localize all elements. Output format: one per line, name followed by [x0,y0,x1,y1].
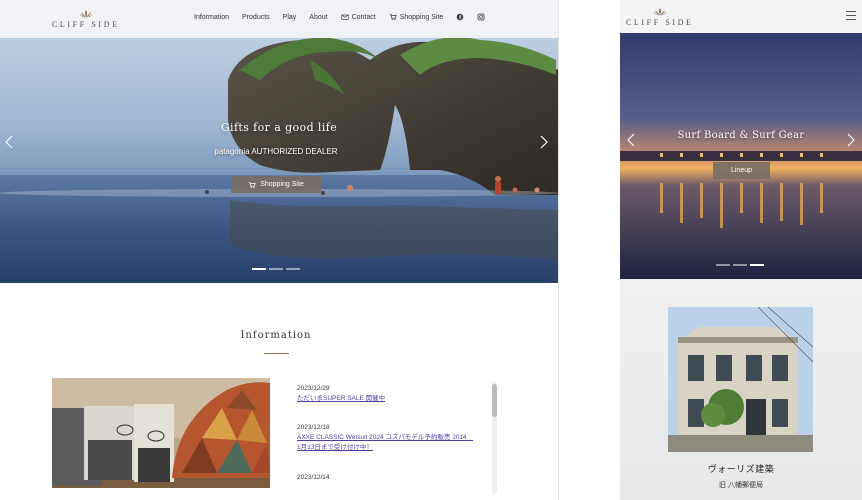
site-logo[interactable]: CLIFF SIDE [626,7,694,27]
list-item: 2023/12/14 [297,473,487,483]
logo-text: CLIFF SIDE [626,18,694,27]
nav-label: Contact [351,13,376,21]
slider-dot-1[interactable] [252,268,266,270]
page: Gifts for a good life patagonia AUTHORIZ… [0,0,862,500]
instagram-icon [477,13,485,21]
news-date: 2023/12/14 [297,474,330,481]
slider-next-arrow-icon[interactable] [539,135,549,149]
slider-dot-2[interactable] [269,268,283,270]
slider-dots [716,264,764,266]
nav-label: Products [242,13,270,21]
site-logo[interactable]: CLIFF SIDE [52,9,120,29]
list-item: 2023/12/29 ただいまSUPER SALE 開催中 [297,384,487,404]
nav-label: About [309,13,328,21]
feature-subtitle: 旧 八幡郵便局 [719,482,763,489]
lotus-logo-icon [652,8,667,16]
slider-dot-3[interactable] [286,268,300,270]
nav-item-facebook[interactable] [456,13,464,21]
heading-underline [264,353,289,354]
lotus-logo-icon [78,10,93,18]
logo-text: CLIFF SIDE [52,20,120,29]
slider-next-arrow-icon[interactable] [846,133,856,147]
list-item: 2023/12/18 AXXE CLASSIC Wetsuit 2024 コスパ… [297,423,487,453]
section-heading-information: Information [240,330,312,341]
scrollbar-thumb[interactable] [492,384,497,417]
nav-item-about[interactable]: About [309,14,327,21]
nav-item-contact[interactable]: Contact [341,13,376,21]
hamburger-menu-icon[interactable] [846,11,856,20]
news-list: 2023/12/29 ただいまSUPER SALE 開催中 2023/12/18… [297,384,487,483]
feature-photo[interactable] [668,307,813,452]
nav-item-play[interactable]: Play [283,14,297,21]
mobile-hero-slider: Surf Board & Surf Gear Lineup [620,33,862,279]
nav-item-products[interactable]: Products [242,14,270,21]
feature-section: ヴォーリズ建築 旧 八幡郵便局 [620,279,862,500]
cart-icon [389,14,397,21]
nav-item-instagram[interactable] [477,13,485,21]
news-date: 2023/12/29 [297,385,330,392]
mail-icon [341,14,349,20]
lineup-button[interactable]: Lineup [713,162,770,179]
site-header: CLIFF SIDE Information Products Play Abo… [0,0,558,38]
hero-shopping-button[interactable]: Shopping Site [231,176,321,193]
hero-subtitle: patagonia AUTHORIZED DEALER [214,147,338,156]
nav-label: Play [282,13,297,21]
desktop-view: Gifts for a good life patagonia AUTHORIZ… [0,0,558,500]
slider-dots [252,268,300,270]
slider-dot-1[interactable] [716,264,730,266]
slider-prev-arrow-icon[interactable] [4,135,14,149]
news-featured-image[interactable] [52,378,270,488]
mobile-header: CLIFF SIDE [620,0,862,33]
nav-label: Information [194,13,230,21]
nav-item-shopping-site[interactable]: Shopping Site [389,13,444,21]
news-link[interactable]: AXXE CLASSIC Wetsuit 2024 コスパモデル予約販売 201… [297,433,473,453]
cart-icon [249,181,256,188]
nav-label: Shopping Site [399,13,444,21]
building-photo-image [668,307,813,452]
hero-button-label: Shopping Site [260,181,304,188]
hero-slider: Gifts for a good life patagonia AUTHORIZ… [0,0,558,283]
news-link[interactable]: ただいまSUPER SALE 開催中 [297,394,487,404]
mobile-hero-title: Surf Board & Surf Gear [677,130,805,141]
slider-dot-3[interactable] [750,264,764,266]
nav-item-information[interactable]: Information [194,14,229,21]
facebook-icon [457,13,464,21]
slider-dot-2[interactable] [733,264,747,266]
surf-fin-image [52,378,270,488]
pier-sunset-image [620,33,862,279]
view-divider [558,0,559,500]
slider-prev-arrow-icon[interactable] [626,133,636,147]
hero-title: Gifts for a good life [220,121,338,134]
news-date: 2023/12/18 [297,424,330,431]
news-scrollbar[interactable] [492,381,497,493]
hero-image [0,0,558,283]
main-nav: Information Products Play About Contact … [194,13,498,21]
feature-title: ヴォーリズ建築 [707,465,775,475]
mobile-view: CLIFF SIDE Surf Board & Surf Gear Lineup… [620,0,862,500]
